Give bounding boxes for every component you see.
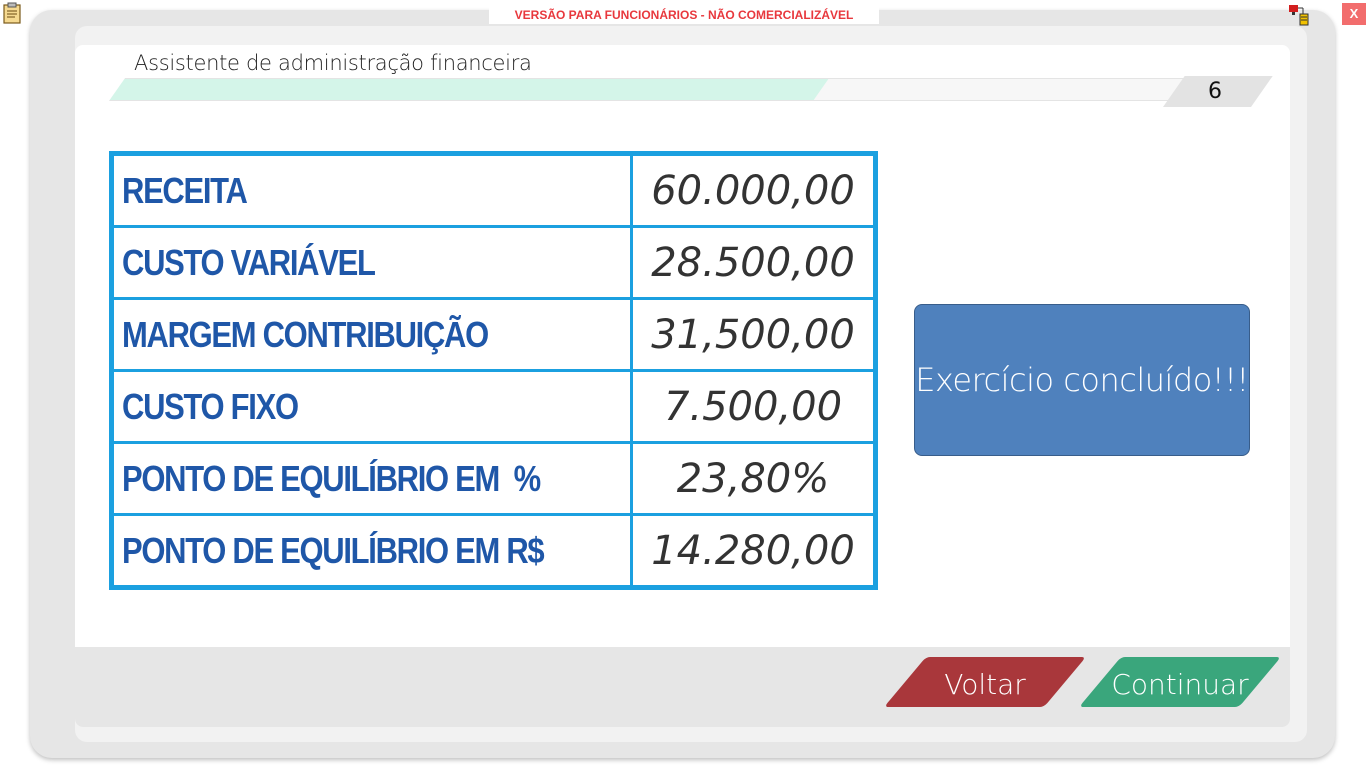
row-label: RECEITA bbox=[110, 152, 633, 228]
row-label: MARGEM CONTRIBUIÇÃO bbox=[110, 297, 633, 372]
row-label: CUSTO FIXO bbox=[110, 369, 633, 444]
page-number: 6 bbox=[1208, 79, 1222, 104]
row-label: PONTO DE EQUILÍBRIO EM % bbox=[110, 441, 633, 516]
back-button-label: Voltar bbox=[944, 668, 1026, 701]
staff-version-banner: VERSÃO PARA FUNCIONÁRIOS - NÃO COMERCIAL… bbox=[489, 6, 879, 24]
app-title: Assistente de administração financeira bbox=[134, 51, 532, 75]
back-button[interactable]: Voltar bbox=[884, 657, 1086, 707]
table-row: PONTO DE EQUILÍBRIO EM R$ 14.280,00 bbox=[110, 513, 877, 589]
table-row: CUSTO VARIÁVEL 28.500,00 bbox=[110, 225, 877, 300]
progress-fill bbox=[109, 79, 829, 100]
exercise-complete-message: Exercício concluído!!! bbox=[914, 304, 1250, 456]
financial-results-table: RECEITA 60.000,00 CUSTO VARIÁVEL 28.500,… bbox=[109, 151, 878, 590]
row-value: 23,80% bbox=[630, 441, 877, 516]
row-value: 31,500,00 bbox=[630, 297, 877, 372]
table-row: CUSTO FIXO 7.500,00 bbox=[110, 369, 877, 444]
table-row: RECEITA 60.000,00 bbox=[110, 152, 877, 228]
close-button[interactable]: X bbox=[1342, 3, 1366, 25]
network-status-icon[interactable] bbox=[1288, 4, 1312, 31]
slide-content: Assistente de administração financeira 6… bbox=[75, 45, 1290, 727]
row-value: 60.000,00 bbox=[630, 152, 877, 228]
row-label: CUSTO VARIÁVEL bbox=[110, 225, 633, 300]
clipboard-icon[interactable] bbox=[2, 2, 22, 29]
row-value: 28.500,00 bbox=[630, 225, 877, 300]
continue-button-label: Continuar bbox=[1111, 668, 1249, 701]
table-row: MARGEM CONTRIBUIÇÃO 31,500,00 bbox=[110, 297, 877, 372]
row-value: 14.280,00 bbox=[630, 513, 877, 589]
progress-bar bbox=[109, 78, 1261, 101]
row-label: PONTO DE EQUILÍBRIO EM R$ bbox=[110, 513, 633, 589]
row-value: 7.500,00 bbox=[630, 369, 877, 444]
continue-button[interactable]: Continuar bbox=[1079, 657, 1281, 707]
table-row: PONTO DE EQUILÍBRIO EM % 23,80% bbox=[110, 441, 877, 516]
